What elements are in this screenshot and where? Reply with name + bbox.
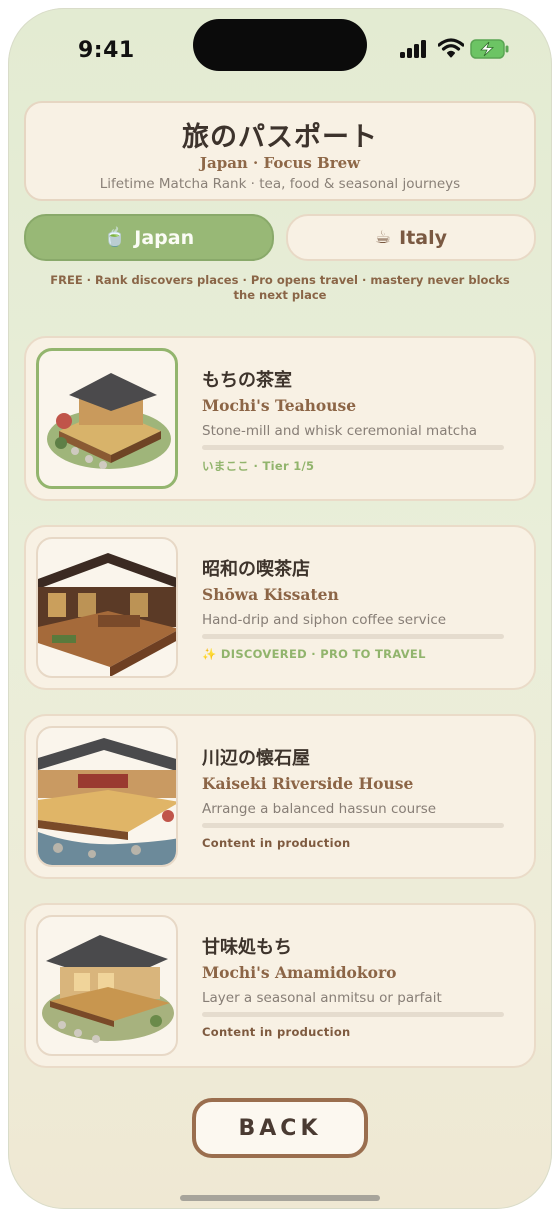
tier-progress-bar xyxy=(202,634,504,639)
back-button[interactable]: BACK xyxy=(192,1098,368,1158)
place-name-en: Shōwa Kissaten xyxy=(202,585,339,604)
place-description: Layer a seasonal anmitsu or parfait xyxy=(202,990,442,1006)
cellular-signal-icon xyxy=(400,40,430,58)
matcha-bowl-icon: 🍵 xyxy=(103,227,127,248)
wifi-icon xyxy=(438,38,464,58)
tier-progress-bar xyxy=(202,1012,504,1017)
tab-japan[interactable]: 🍵 Japan xyxy=(24,214,274,261)
phone-screen: 9:41 旅のパスポート Japan · Focus Brew Lifetime… xyxy=(8,8,552,1209)
coffee-cup-icon: ☕ xyxy=(374,227,392,248)
place-card-mochi-teahouse[interactable]: もちの茶室 Mochi's Teahouse Stone-mill and wh… xyxy=(24,336,536,501)
place-card-mochi-amamidokoro[interactable]: 甘味処もち Mochi's Amamidokoro Layer a season… xyxy=(24,903,536,1068)
page-title: 旅のパスポート xyxy=(182,122,378,153)
status-bar: 9:41 xyxy=(8,8,552,88)
place-name-jp: 昭和の喫茶店 xyxy=(202,559,310,580)
place-name-en: Mochi's Amamidokoro xyxy=(202,963,397,982)
tab-label: Japan xyxy=(134,226,195,249)
tab-italy[interactable]: ☕ Italy xyxy=(286,214,536,261)
tier-progress-bar xyxy=(202,823,504,828)
place-card-kaiseki-riverside[interactable]: 川辺の懐石屋 Kaiseki Riverside House Arrange a… xyxy=(24,714,536,879)
place-illustration xyxy=(36,348,178,489)
passport-header: 旅のパスポート Japan · Focus Brew Lifetime Matc… xyxy=(24,101,536,201)
place-status: ✨ DISCOVERED · PRO TO TRAVEL xyxy=(202,647,426,661)
place-name-en: Kaiseki Riverside House xyxy=(202,774,414,793)
place-description: Hand-drip and siphon coffee service xyxy=(202,612,447,628)
place-card-showa-kissaten[interactable]: 昭和の喫茶店 Shōwa Kissaten Hand-drip and siph… xyxy=(24,525,536,690)
place-status: Content in production xyxy=(202,836,351,850)
rank-notice: FREE · Rank discovers places · Pro opens… xyxy=(50,273,510,302)
place-illustration xyxy=(36,915,178,1056)
place-illustration xyxy=(36,726,178,867)
battery-charging-icon xyxy=(470,39,509,59)
place-name-jp: 甘味処もち xyxy=(202,937,292,958)
place-status: Content in production xyxy=(202,1025,351,1039)
page-description: Lifetime Matcha Rank · tea, food & seaso… xyxy=(99,176,461,192)
home-indicator[interactable] xyxy=(180,1195,380,1201)
clock: 9:41 xyxy=(78,38,135,63)
place-name-en: Mochi's Teahouse xyxy=(202,396,357,415)
tier-progress-bar xyxy=(202,445,504,450)
dynamic-island xyxy=(193,19,367,71)
place-name-jp: もちの茶室 xyxy=(202,370,292,391)
place-name-jp: 川辺の懐石屋 xyxy=(202,748,310,769)
place-illustration xyxy=(36,537,178,678)
tab-label: Italy xyxy=(399,226,447,249)
place-status: いまここ · Tier 1/5 xyxy=(202,459,315,473)
place-description: Stone-mill and whisk ceremonial matcha xyxy=(202,423,478,439)
place-description: Arrange a balanced hassun course xyxy=(202,801,437,817)
page-subtitle: Japan · Focus Brew xyxy=(199,154,361,172)
